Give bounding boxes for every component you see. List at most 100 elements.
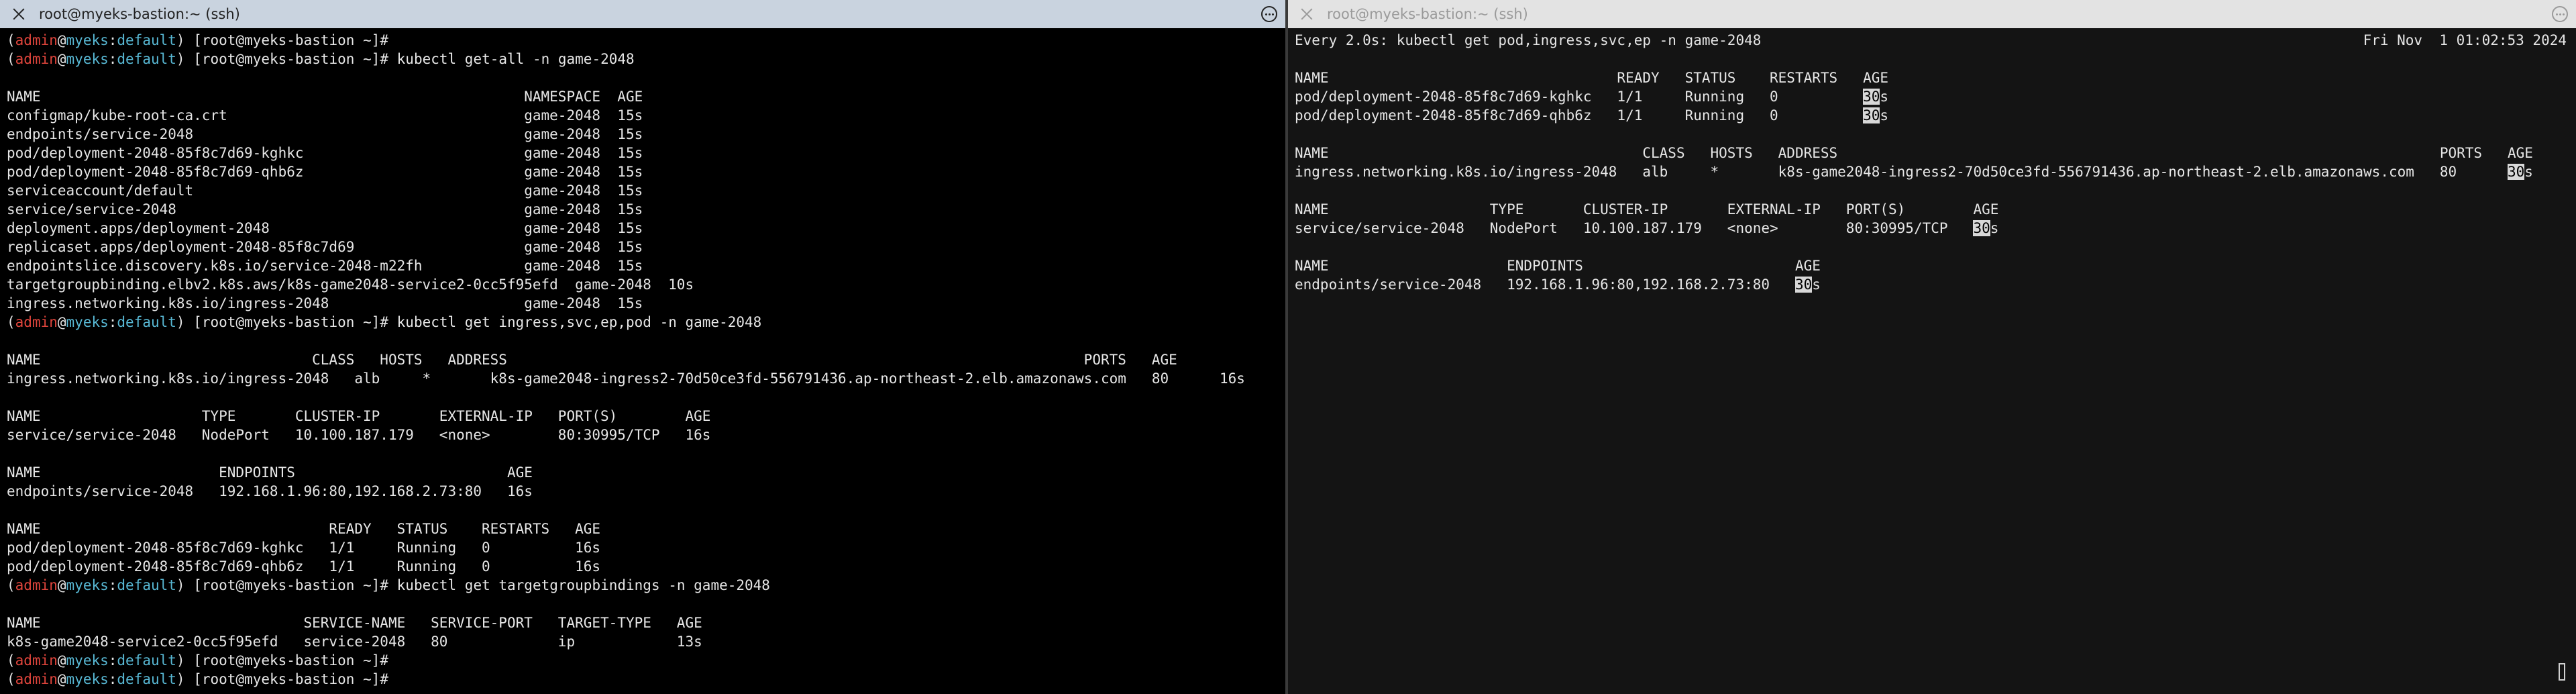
- prompt-context: default: [117, 51, 176, 67]
- terminal-cursor: [2559, 663, 2565, 681]
- prompt-host: myeks: [66, 32, 109, 48]
- prompt-host: myeks: [66, 652, 109, 668]
- prompt-context: default: [117, 314, 176, 330]
- command-text: kubectl get ingress,svc,ep,pod -n game-2…: [396, 314, 762, 330]
- left-title-bar[interactable]: root@myeks-bastion:~ (ssh): [0, 0, 1285, 28]
- output-line: pod/deployment-2048-85f8c7d69-qhb6z 1/1 …: [1295, 106, 2569, 125]
- prompt-context: default: [117, 652, 176, 668]
- output-line: NAME TYPE CLUSTER-IP EXTERNAL-IP PORT(S)…: [1295, 200, 2569, 219]
- output-text: NAME SERVICE-NAME SERVICE-PORT TARGET-TY…: [7, 615, 702, 631]
- prompt-context: default: [117, 32, 176, 48]
- right-terminal-window[interactable]: root@myeks-bastion:~ (ssh) Every 2.0s: k…: [1288, 0, 2576, 694]
- output-line: ingress.networking.k8s.io/ingress-2048 a…: [1295, 162, 2569, 181]
- prompt-user: admin: [15, 577, 58, 593]
- output-text: ingress.networking.k8s.io/ingress-2048 g…: [7, 295, 643, 311]
- output-line: serviceaccount/default game-2048 15s: [7, 181, 1279, 200]
- prompt-at: @: [57, 577, 66, 593]
- right-window-title: root@myeks-bastion:~ (ssh): [1327, 6, 1528, 22]
- output-text: service/service-2048 game-2048 15s: [7, 201, 643, 217]
- prompt-line: (admin@myeks:default) [root@myeks-bastio…: [7, 577, 770, 593]
- left-terminal-window[interactable]: root@myeks-bastion:~ (ssh) (admin@myeks:…: [0, 0, 1285, 694]
- prompt-line: (admin@myeks:default) [root@myeks-bastio…: [7, 671, 397, 687]
- age-unit: s: [1990, 220, 1999, 236]
- prompt-user: admin: [15, 32, 58, 48]
- output-line: NAME READY STATUS RESTARTS AGE: [7, 519, 1279, 538]
- output-text: k8s-game2048-service2-0cc5f95efd service…: [7, 634, 702, 650]
- output-text: configmap/kube-root-ca.crt game-2048 15s: [7, 107, 643, 123]
- output-text: service/service-2048 NodePort 10.100.187…: [1295, 220, 1974, 236]
- more-options-icon[interactable]: [1261, 6, 1277, 22]
- output-line: pod/deployment-2048-85f8c7d69-kghkc 1/1 …: [1295, 87, 2569, 106]
- left-terminal-output[interactable]: (admin@myeks:default) [root@myeks-bastio…: [0, 31, 1285, 689]
- prompt-user: admin: [15, 671, 58, 687]
- close-icon[interactable]: [1299, 6, 1315, 22]
- output-text: NAME ENDPOINTS AGE: [7, 464, 533, 481]
- prompt-user: admin: [15, 652, 58, 668]
- prompt-host: myeks: [66, 314, 109, 330]
- prompt-user: admin: [15, 314, 58, 330]
- output-line: pod/deployment-2048-85f8c7d69-qhb6z game…: [7, 162, 1279, 181]
- prompt-line: (admin@myeks:default) [root@myeks-bastio…: [7, 314, 762, 330]
- output-line: NAME READY STATUS RESTARTS AGE: [1295, 68, 2569, 87]
- close-icon[interactable]: [11, 6, 27, 22]
- age-unit: s: [1880, 107, 1889, 123]
- output-text: ingress.networking.k8s.io/ingress-2048 a…: [7, 370, 1245, 387]
- prompt-at: @: [57, 51, 66, 67]
- output-line: ingress.networking.k8s.io/ingress-2048 g…: [7, 294, 1279, 313]
- prompt-colon: :: [108, 51, 117, 67]
- command-text: kubectl get targetgroupbindings -n game-…: [396, 577, 770, 593]
- output-text: pod/deployment-2048-85f8c7d69-kghkc 1/1 …: [1295, 89, 1864, 105]
- right-title-bar[interactable]: root@myeks-bastion:~ (ssh): [1288, 0, 2576, 28]
- command-text: kubectl get-all -n game-2048: [396, 51, 635, 67]
- more-options-icon[interactable]: [2552, 6, 2568, 22]
- prompt-shell: ) [root@myeks-bastion ~]#: [176, 314, 397, 330]
- output-line: NAME ENDPOINTS AGE: [7, 463, 1279, 482]
- prompt-host: myeks: [66, 51, 109, 67]
- prompt-shell: ) [root@myeks-bastion ~]#: [176, 652, 397, 668]
- output-line: pod/deployment-2048-85f8c7d69-kghkc game…: [7, 144, 1279, 162]
- output-line: NAME SERVICE-NAME SERVICE-PORT TARGET-TY…: [7, 613, 1279, 632]
- right-terminal-output[interactable]: Every 2.0s: kubectl get pod,ingress,svc,…: [1288, 31, 2576, 294]
- changed-age-highlight: 30: [1794, 277, 1813, 293]
- age-unit: s: [2524, 164, 2533, 180]
- changed-age-highlight: 30: [1863, 89, 1880, 105]
- changed-age-highlight: 30: [1973, 220, 1990, 236]
- prompt-at: @: [57, 652, 66, 668]
- prompt-at: @: [57, 314, 66, 330]
- prompt-host: myeks: [66, 671, 109, 687]
- output-text: NAME CLASS HOSTS ADDRESS PORTS AGE: [1295, 145, 2533, 161]
- output-text: NAME NAMESPACE AGE: [7, 89, 643, 105]
- output-line: k8s-game2048-service2-0cc5f95efd service…: [7, 632, 1279, 651]
- output-text: pod/deployment-2048-85f8c7d69-qhb6z 1/1 …: [7, 558, 601, 575]
- output-text: endpoints/service-2048 192.168.1.96:80,1…: [1295, 277, 1795, 293]
- output-line: pod/deployment-2048-85f8c7d69-kghkc 1/1 …: [7, 538, 1279, 557]
- output-line: ingress.networking.k8s.io/ingress-2048 a…: [7, 369, 1279, 388]
- prompt-context: default: [117, 671, 176, 687]
- prompt-shell: ) [root@myeks-bastion ~]#: [176, 51, 397, 67]
- prompt-at: @: [57, 32, 66, 48]
- output-text: pod/deployment-2048-85f8c7d69-qhb6z 1/1 …: [1295, 107, 1864, 123]
- output-text: targetgroupbinding.elbv2.k8s.aws/k8s-gam…: [7, 277, 694, 293]
- watch-timestamp: Fri Nov 1 01:02:53 2024: [2363, 32, 2567, 48]
- output-line: service/service-2048 game-2048 15s: [7, 200, 1279, 219]
- output-text: pod/deployment-2048-85f8c7d69-qhb6z game…: [7, 164, 643, 180]
- output-line: deployment.apps/deployment-2048 game-204…: [7, 219, 1279, 238]
- prompt-line: (admin@myeks:default) [root@myeks-bastio…: [7, 32, 397, 48]
- output-line: configmap/kube-root-ca.crt game-2048 15s: [7, 106, 1279, 125]
- output-text: endpointslice.discovery.k8s.io/service-2…: [7, 258, 643, 274]
- output-text: serviceaccount/default game-2048 15s: [7, 183, 643, 199]
- output-line: pod/deployment-2048-85f8c7d69-qhb6z 1/1 …: [7, 557, 1279, 576]
- output-text: pod/deployment-2048-85f8c7d69-kghkc 1/1 …: [7, 540, 601, 556]
- prompt-line: (admin@myeks:default) [root@myeks-bastio…: [7, 652, 397, 668]
- output-text: replicaset.apps/deployment-2048-85f8c7d6…: [7, 239, 643, 255]
- output-line: service/service-2048 NodePort 10.100.187…: [7, 426, 1279, 444]
- prompt-at: @: [57, 671, 66, 687]
